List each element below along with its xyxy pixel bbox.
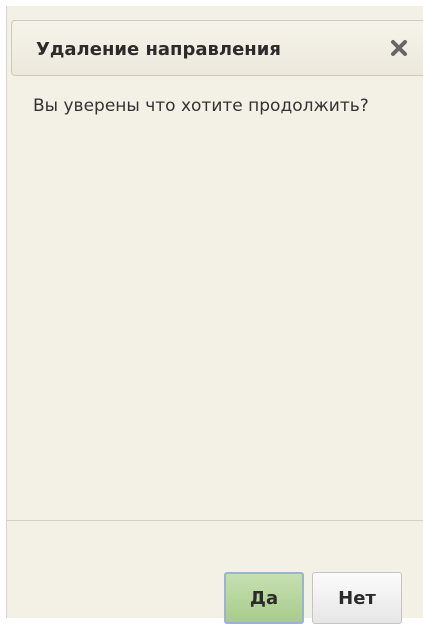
close-icon <box>391 40 407 56</box>
no-button[interactable]: Нет <box>312 572 402 624</box>
dialog-titlebar: Удаление направления <box>11 20 423 76</box>
close-button[interactable] <box>386 35 412 61</box>
yes-button[interactable]: Да <box>224 572 304 624</box>
dialog-message: Вы уверены что хотите продолжить? <box>33 96 369 116</box>
confirm-delete-dialog: Удаление направления Вы уверены что хоти… <box>6 6 423 624</box>
dialog-title: Удаление направления <box>36 39 281 60</box>
footer-divider <box>7 520 423 521</box>
